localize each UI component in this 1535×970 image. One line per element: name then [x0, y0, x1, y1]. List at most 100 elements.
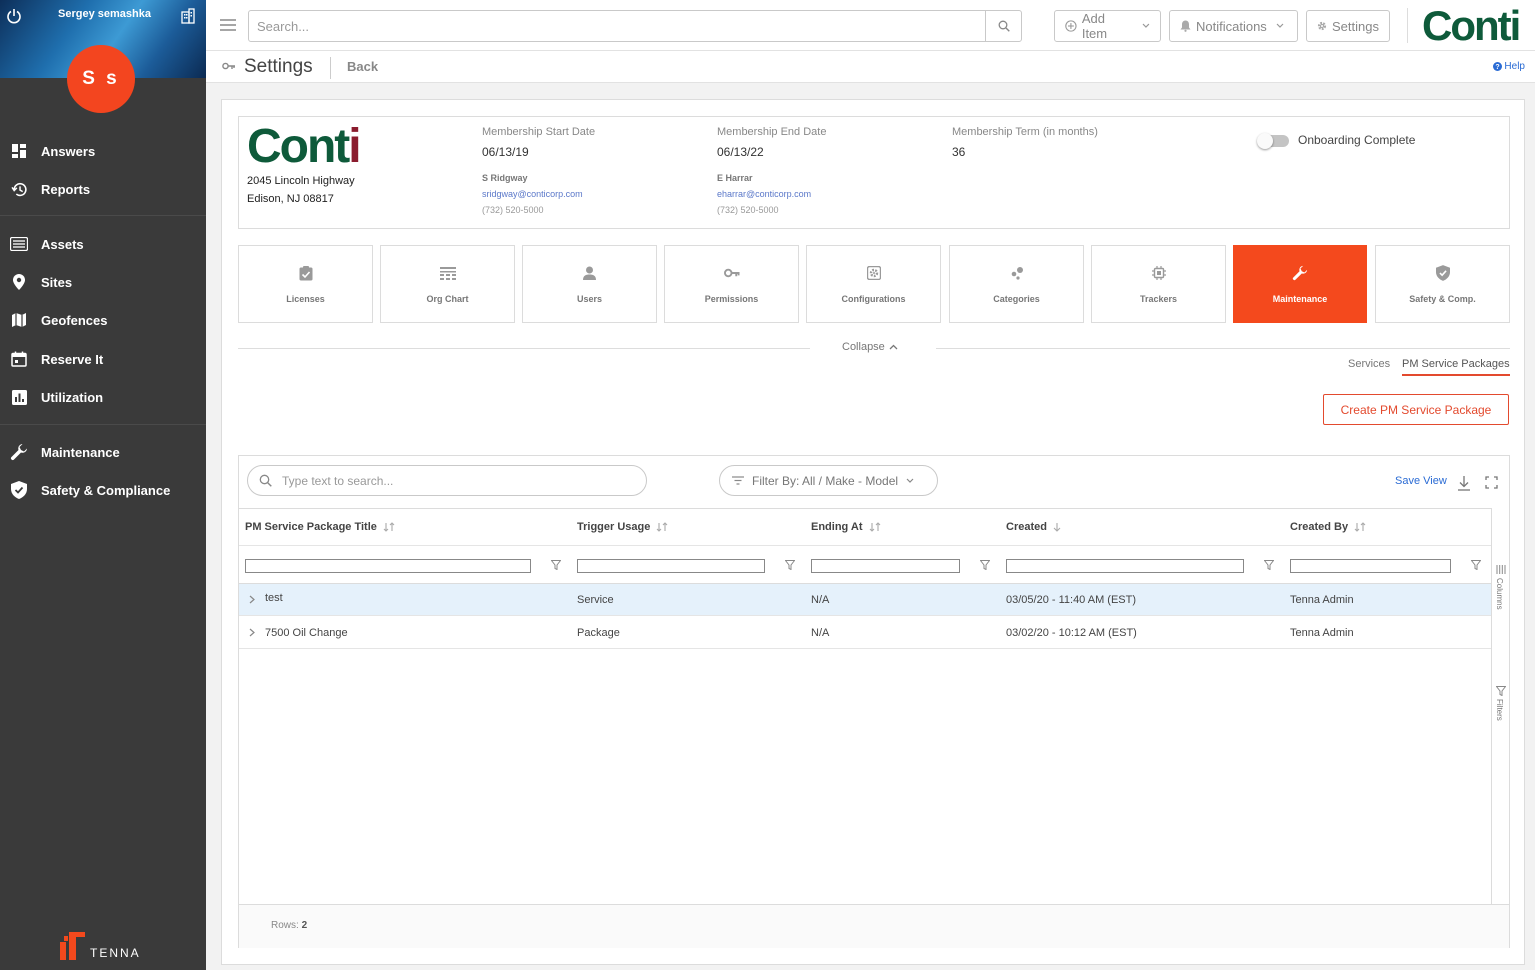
column-header-created-by[interactable]: Created By — [1290, 521, 1366, 533]
sidebar-item-label: Geofences — [41, 312, 108, 328]
row-count-value: 2 — [301, 920, 308, 931]
tile-label: Configurations — [841, 294, 906, 304]
collapse-button[interactable]: Collapse — [842, 341, 898, 353]
tab-pm-service-packages[interactable]: PM Service Packages — [1402, 358, 1510, 376]
tile-permissions[interactable]: Permissions — [664, 245, 799, 323]
table-row[interactable]: 7500 Oil Change Package N/A 03/02/20 - 1… — [239, 617, 1491, 649]
membership-term: Membership Term (in months) 36 — [952, 126, 1098, 159]
sidebar-item-safety-compliance[interactable]: Safety & Compliance — [0, 472, 206, 508]
column-filter-input[interactable] — [1290, 559, 1451, 573]
column-header-ending-at[interactable]: Ending At — [811, 521, 881, 533]
notifications-button[interactable]: Notifications — [1169, 10, 1298, 42]
sort-icon — [869, 522, 880, 532]
sidebar: Sergey semashka S s Answers Reports Asse… — [0, 0, 206, 970]
save-view-link[interactable]: Save View — [1395, 475, 1447, 487]
contact-email[interactable]: sridgway@conticorp.com — [482, 189, 595, 199]
contact-phone: (732) 520-5000 — [717, 205, 779, 215]
grid-filter-row — [239, 546, 1491, 584]
cell-trigger-usage: Service — [577, 594, 614, 606]
license-icon — [298, 265, 314, 281]
contact-email[interactable]: eharrar@conticorp.com — [717, 189, 826, 199]
chevron-right-icon[interactable] — [248, 595, 256, 604]
column-filter-input[interactable] — [811, 559, 960, 573]
membership-end-value: 06/13/22 — [717, 145, 764, 159]
filter-icon[interactable] — [785, 560, 795, 570]
tile-org-chart[interactable]: Org Chart — [380, 245, 515, 323]
tile-categories[interactable]: Categories — [949, 245, 1084, 323]
column-header-created[interactable]: Created — [1006, 521, 1061, 533]
sort-icon — [383, 522, 395, 532]
filter-dropdown[interactable]: Filter By: All / Make - Model — [719, 465, 938, 496]
help-icon: ? — [1493, 62, 1503, 71]
grid-footer: Rows: 2 — [239, 904, 1509, 948]
tile-label: Permissions — [704, 294, 759, 304]
avatar[interactable]: S s — [67, 45, 135, 113]
create-pm-service-package-button[interactable]: Create PM Service Package — [1323, 394, 1509, 425]
chevron-right-icon[interactable] — [248, 628, 256, 637]
tile-licenses[interactable]: Licenses — [238, 245, 373, 323]
grid-side-panel: Columns Filters — [1491, 508, 1510, 904]
column-filter-input[interactable] — [245, 559, 531, 573]
table-row[interactable]: test Service N/A 03/05/20 - 11:40 AM (ES… — [239, 584, 1491, 616]
chevron-down-icon — [906, 478, 914, 483]
column-filter-input[interactable] — [577, 559, 765, 573]
filter-icon[interactable] — [1264, 560, 1274, 570]
columns-icon[interactable] — [1496, 565, 1506, 574]
membership-term-value: 36 — [952, 145, 966, 159]
filter-icon[interactable] — [1471, 560, 1481, 570]
filter-icon[interactable] — [980, 560, 990, 570]
sidebar-item-geofences[interactable]: Geofences — [0, 302, 206, 338]
tile-users[interactable]: Users — [522, 245, 657, 323]
grid-search-input[interactable] — [282, 466, 642, 495]
chevron-up-icon — [889, 344, 898, 350]
column-header-trigger-usage[interactable]: Trigger Usage — [577, 521, 668, 533]
power-icon[interactable] — [6, 8, 22, 24]
cell-title: 7500 Oil Change — [265, 627, 348, 639]
back-link[interactable]: Back — [347, 59, 378, 74]
sidebar-item-answers[interactable]: Answers — [0, 133, 206, 169]
contact-name: S Ridgway — [482, 173, 528, 183]
filter-icon[interactable] — [551, 560, 561, 570]
membership-term-label: Membership Term (in months) — [952, 126, 1098, 138]
sidebar-item-reports[interactable]: Reports — [0, 171, 206, 207]
tile-maintenance[interactable]: Maintenance — [1233, 245, 1367, 323]
sidebar-item-reserve-it[interactable]: Reserve It — [0, 341, 206, 377]
notifications-label: Notifications — [1196, 18, 1267, 34]
logo-main-text: Cont — [247, 120, 350, 173]
onboarding-toggle[interactable] — [1257, 133, 1289, 149]
search-button[interactable] — [985, 11, 1021, 41]
columns-tab[interactable]: Columns — [1495, 578, 1504, 610]
tile-safety-compliance[interactable]: Safety & Comp. — [1375, 245, 1510, 323]
collapse-divider — [238, 348, 810, 349]
page-title: Settings — [244, 56, 313, 77]
column-header-title[interactable]: PM Service Package Title — [245, 521, 395, 533]
tab-services[interactable]: Services — [1348, 358, 1390, 374]
sidebar-item-maintenance[interactable]: Maintenance — [0, 434, 206, 470]
contact-phone: (732) 520-5000 — [482, 205, 544, 215]
building-icon[interactable] — [180, 8, 196, 24]
org-chart-icon — [439, 265, 456, 281]
filters-tab[interactable]: Filters — [1495, 699, 1504, 721]
help-link[interactable]: ? Help — [1493, 61, 1525, 72]
expand-icon[interactable] — [1485, 476, 1498, 489]
sidebar-item-sites[interactable]: Sites — [0, 264, 206, 300]
onboarding-label: Onboarding Complete — [1298, 133, 1416, 147]
add-item-button[interactable]: Add Item — [1054, 10, 1161, 42]
sidebar-item-assets[interactable]: Assets — [0, 226, 206, 262]
filter-icon[interactable] — [1496, 686, 1506, 696]
column-filter-input[interactable] — [1006, 559, 1244, 573]
tile-configurations[interactable]: Configurations — [806, 245, 941, 323]
tile-trackers[interactable]: Trackers — [1091, 245, 1226, 323]
download-icon[interactable] — [1457, 475, 1471, 491]
hamburger-icon[interactable] — [220, 18, 236, 32]
company-logo-large: Conti — [247, 120, 362, 173]
tile-label: Safety & Comp. — [1409, 294, 1476, 304]
sidebar-item-utilization[interactable]: Utilization — [0, 379, 206, 415]
sort-icon — [1354, 522, 1366, 532]
column-header-label: Created — [1006, 521, 1047, 533]
sidebar-item-label: Reports — [41, 181, 91, 197]
search-input[interactable] — [249, 11, 986, 41]
help-label: Help — [1504, 61, 1525, 72]
sidebar-item-label: Sites — [41, 274, 73, 290]
settings-button[interactable]: Settings — [1306, 10, 1390, 42]
